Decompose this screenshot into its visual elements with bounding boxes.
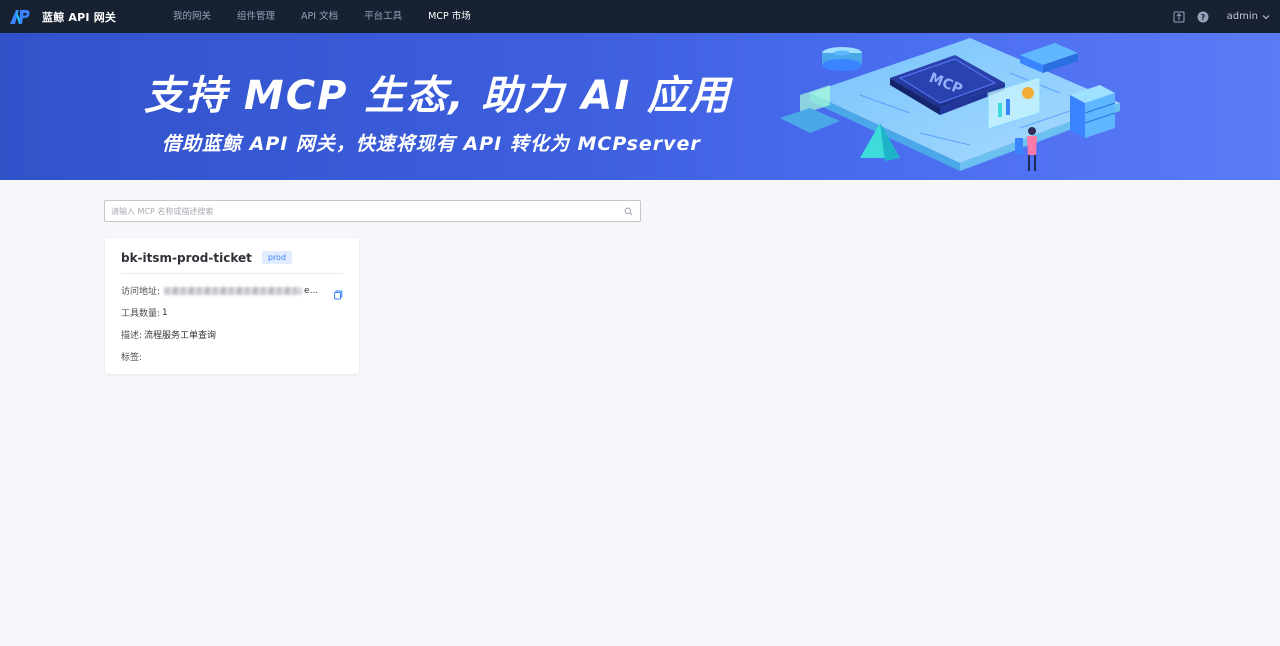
top-navigation: 蓝鲸 API 网关 我的网关 组件管理 API 文档 平台工具 MCP 市场 ?… bbox=[0, 0, 1280, 33]
mcp-server-card[interactable]: bk-itsm-prod-ticket prod 访问地址: e... 工具数量… bbox=[105, 238, 359, 374]
brand-title: 蓝鲸 API 网关 bbox=[42, 10, 117, 24]
nav-item-api-docs[interactable]: API 文档 bbox=[288, 0, 351, 33]
user-menu[interactable]: admin bbox=[1227, 11, 1270, 22]
card-tools-row: 工具数量: 1 bbox=[121, 306, 168, 320]
banner-subtitle: 借助蓝鲸 API 网关，快速将现有 API 转化为 MCPserver bbox=[162, 133, 701, 155]
nav-item-my-gateway[interactable]: 我的网关 bbox=[160, 0, 224, 33]
card-title[interactable]: bk-itsm-prod-ticket bbox=[121, 251, 252, 265]
gateway-logo-icon bbox=[8, 7, 32, 27]
brand[interactable]: 蓝鲸 API 网关 bbox=[0, 0, 116, 33]
nav-right-tools: ? admin bbox=[1173, 0, 1270, 33]
tools-label: 工具数量: bbox=[121, 309, 161, 319]
env-tag: prod bbox=[261, 251, 293, 264]
tags-label: 标签: bbox=[121, 353, 143, 363]
chevron-down-icon bbox=[1262, 14, 1270, 19]
mcp-illustration: MCP bbox=[780, 38, 1120, 171]
mcp-banner: 支持 MCP 生态, 助力 AI 应用 借助蓝鲸 API 网关，快速将现有 AP… bbox=[0, 33, 1280, 180]
banner-title: 支持 MCP 生态, 助力 AI 应用 bbox=[144, 73, 732, 119]
svg-text:?: ? bbox=[1200, 13, 1205, 22]
url-value-masked bbox=[164, 286, 303, 295]
nav-item-mcp-market[interactable]: MCP 市场 bbox=[415, 0, 484, 33]
card-url-row: 访问地址: e... bbox=[121, 284, 319, 298]
pin-icon[interactable] bbox=[1173, 11, 1185, 23]
nav-item-platform-tools[interactable]: 平台工具 bbox=[351, 0, 415, 33]
tools-count: 1 bbox=[162, 307, 168, 318]
url-label: 访问地址: bbox=[121, 287, 161, 297]
card-header: bk-itsm-prod-ticket prod bbox=[121, 248, 343, 274]
desc-label: 描述: bbox=[121, 331, 143, 341]
mcp-search-input[interactable] bbox=[105, 201, 620, 221]
card-desc-row: 描述: 流程服务工单查询 bbox=[121, 328, 216, 341]
copy-icon[interactable] bbox=[333, 285, 343, 300]
nav-item-component-management[interactable]: 组件管理 bbox=[224, 0, 288, 33]
nav-menu: 我的网关 组件管理 API 文档 平台工具 MCP 市场 bbox=[160, 0, 484, 33]
username: admin bbox=[1226, 11, 1258, 22]
search-icon[interactable] bbox=[620, 201, 636, 221]
mcp-search-box bbox=[104, 200, 641, 222]
url-suffix: e... bbox=[304, 285, 319, 296]
card-tags-row: 标签: bbox=[121, 350, 142, 363]
help-icon[interactable]: ? bbox=[1197, 11, 1209, 23]
desc-value: 流程服务工单查询 bbox=[144, 331, 217, 341]
